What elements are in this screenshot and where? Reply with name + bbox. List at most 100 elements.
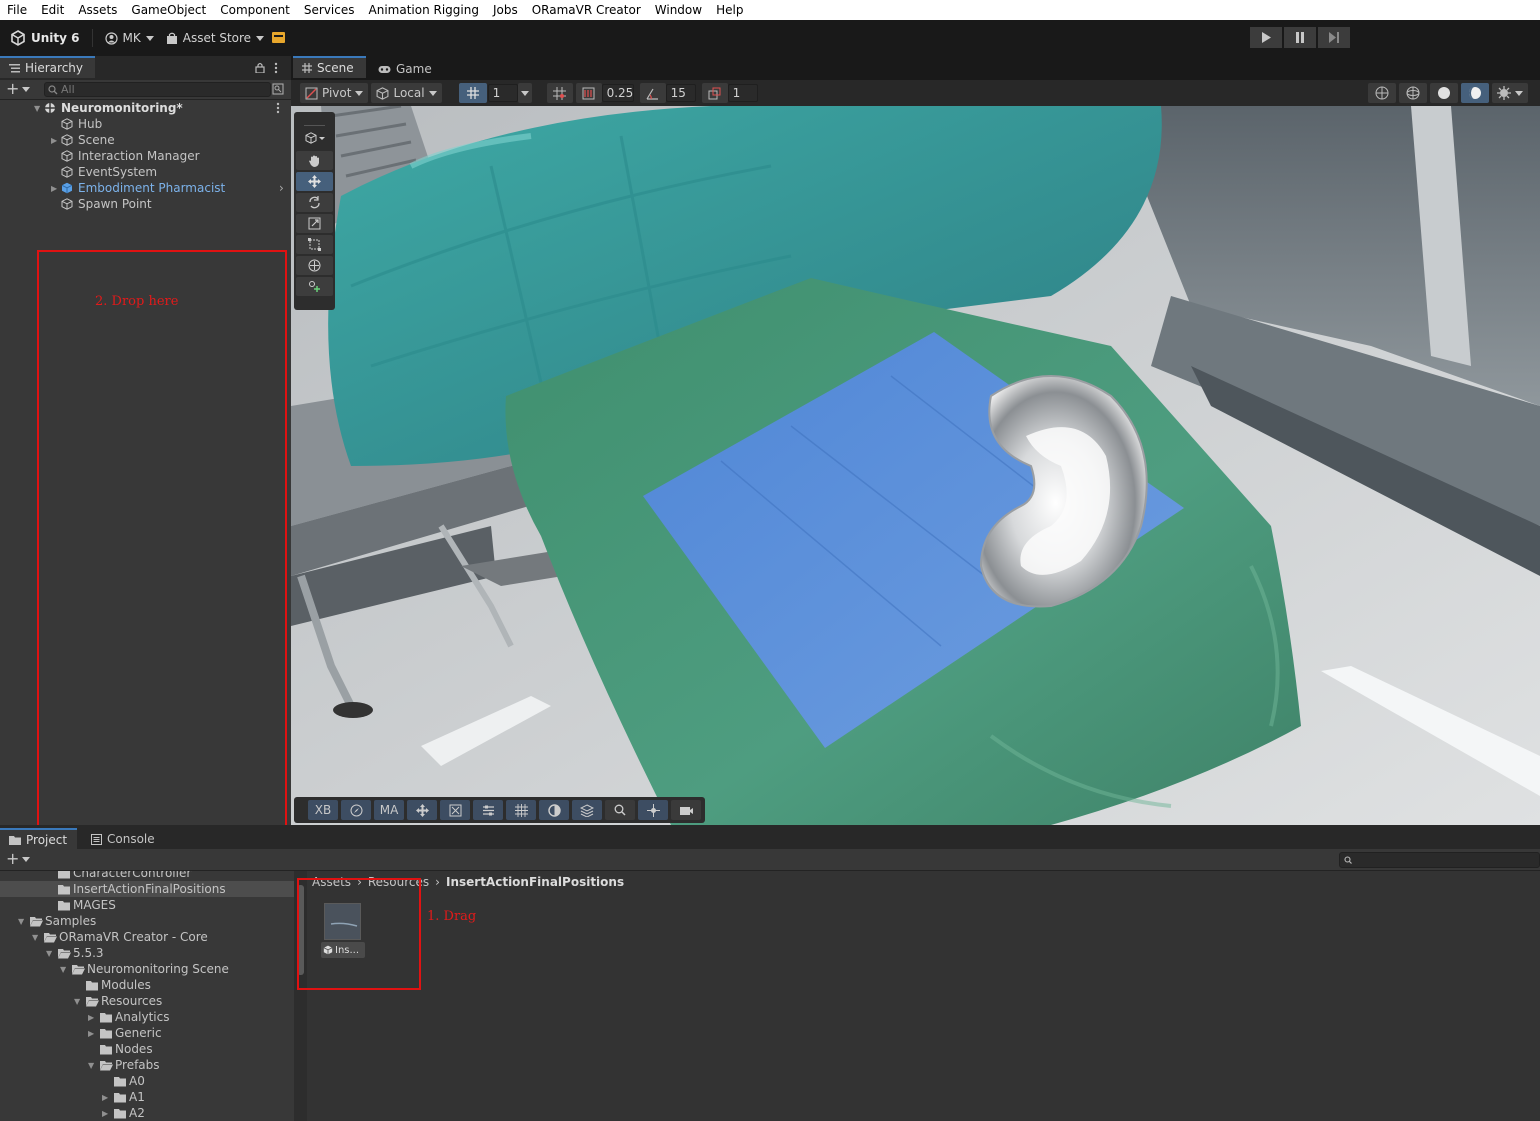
tab-console[interactable]: Console (82, 828, 164, 850)
hierarchy-item-spawn-point[interactable]: Spawn Point (0, 196, 291, 212)
overlay-xb-button[interactable]: XB (308, 800, 338, 820)
search-by-type-icon[interactable] (272, 83, 284, 95)
fold-open-icon[interactable]: ▼ (74, 997, 82, 1006)
overlay-grid-snap-button[interactable] (506, 800, 536, 820)
project-tree-item[interactable]: Nodes (0, 1041, 294, 1057)
asset-store-dropdown[interactable]: Asset Store (160, 27, 270, 49)
menu-services[interactable]: Services (297, 3, 362, 17)
scale-snap-button[interactable] (701, 83, 728, 103)
project-search-input[interactable] (1339, 852, 1540, 868)
fold-open-icon[interactable]: ▼ (60, 965, 68, 974)
orientation-toggle-button[interactable] (1368, 83, 1396, 103)
menu-animation-rigging[interactable]: Animation Rigging (362, 3, 486, 17)
menu-component[interactable]: Component (213, 3, 297, 17)
project-tree-item[interactable]: InsertActionFinalPositions (0, 881, 294, 897)
fold-open-icon[interactable]: ▼ (32, 933, 40, 942)
tab-scene[interactable]: Scene (293, 56, 366, 78)
fold-open-icon[interactable]: ▼ (88, 1061, 96, 1070)
grid-size-field[interactable]: 1 (487, 84, 518, 102)
project-tree-item[interactable]: Modules (0, 977, 294, 993)
view-options-dropdown[interactable] (296, 128, 333, 147)
scene-viewport[interactable] (291, 106, 1540, 825)
shading-mode-button[interactable] (1399, 83, 1427, 103)
lighting-mode-button[interactable] (1461, 83, 1489, 103)
project-create-dropdown[interactable]: + (6, 851, 31, 867)
custom-tool-button[interactable] (296, 277, 333, 296)
tab-hierarchy[interactable]: Hierarchy (0, 56, 95, 78)
menu-jobs[interactable]: Jobs (486, 3, 525, 17)
shaded-mode-button[interactable] (1430, 83, 1458, 103)
rotation-snap-field[interactable]: 15 (665, 84, 696, 102)
transform-tool-button[interactable] (296, 256, 333, 275)
project-tree-item[interactable]: MAGES (0, 897, 294, 913)
rotate-tool-button[interactable] (296, 193, 333, 212)
grid-toggle-button[interactable] (458, 83, 487, 103)
move-tool-button[interactable] (296, 172, 333, 191)
lock-icon[interactable] (255, 62, 265, 73)
project-tree-item[interactable]: ▼ Samples (0, 913, 294, 929)
gizmos-dropdown[interactable] (1492, 83, 1528, 103)
fold-open-icon[interactable]: ▼ (46, 949, 54, 958)
chevron-right-icon[interactable]: › (279, 181, 284, 195)
hierarchy-scene-row[interactable]: ▼ Neuromonitoring* (0, 100, 291, 116)
fold-closed-icon[interactable]: ▶ (102, 1093, 110, 1102)
overlay-ma-button[interactable]: MA (374, 800, 404, 820)
project-tree-item[interactable]: ▶ A1 (0, 1089, 294, 1105)
project-tree-item[interactable]: ▶ A2 (0, 1105, 294, 1121)
drop-target-annotation[interactable]: 2. Drop here (37, 250, 287, 832)
hierarchy-item-hub[interactable]: Hub (0, 116, 291, 132)
play-button[interactable] (1250, 27, 1282, 48)
version-control-icon[interactable] (272, 32, 285, 43)
pause-button[interactable] (1284, 27, 1316, 48)
scale-snap-field[interactable]: 1 (727, 84, 758, 102)
hand-tool-button[interactable] (296, 151, 333, 170)
menu-assets[interactable]: Assets (71, 3, 124, 17)
menu-gameobject[interactable]: GameObject (124, 3, 213, 17)
menu-oramavr-creator[interactable]: ORamaVR Creator (525, 3, 648, 17)
overlay-pan-button[interactable] (638, 800, 668, 820)
overlay-search-button[interactable] (605, 800, 635, 820)
overlay-resize-button[interactable] (440, 800, 470, 820)
scene-menu-icon[interactable] (276, 102, 280, 114)
space-dropdown[interactable]: Local (371, 83, 442, 103)
project-tree-item[interactable]: ▶ Generic (0, 1025, 294, 1041)
increment-snap-button[interactable] (575, 83, 602, 103)
more-options-icon[interactable] (274, 62, 278, 74)
fold-closed-icon[interactable]: ▶ (88, 1013, 96, 1022)
account-dropdown[interactable]: MK (99, 27, 160, 49)
pivot-dropdown[interactable]: Pivot (300, 83, 369, 103)
fold-closed-icon[interactable]: ▶ (51, 184, 59, 193)
menu-edit[interactable]: Edit (34, 3, 71, 17)
project-tree-item[interactable]: CharacterController (0, 871, 294, 881)
hierarchy-item-eventsystem[interactable]: EventSystem (0, 164, 291, 180)
hierarchy-item-embodiment-pharmacist[interactable]: ▶ Embodiment Pharmacist › (0, 180, 291, 196)
fold-closed-icon[interactable]: ▶ (102, 1109, 110, 1118)
rotation-snap-button[interactable] (639, 83, 666, 103)
overlay-align-button[interactable] (473, 800, 503, 820)
step-button[interactable] (1318, 27, 1350, 48)
overlay-move-button[interactable] (407, 800, 437, 820)
project-tree-item[interactable]: ▼ 5.5.3 (0, 945, 294, 961)
create-dropdown[interactable]: + (6, 81, 31, 97)
fold-open-icon[interactable]: ▼ (34, 104, 42, 113)
tab-game[interactable]: Game (369, 58, 441, 80)
hierarchy-search-input[interactable]: All (44, 82, 271, 97)
overlay-compass-button[interactable] (341, 800, 371, 820)
project-tree-item[interactable]: ▼ Prefabs (0, 1057, 294, 1073)
menu-window[interactable]: Window (648, 3, 709, 17)
fold-closed-icon[interactable]: ▶ (51, 136, 59, 145)
project-tree-item[interactable]: ▼ Neuromonitoring Scene (0, 961, 294, 977)
project-tree-item[interactable]: ▼ Resources (0, 993, 294, 1009)
snap-grid-button[interactable] (546, 83, 573, 103)
unity-version-button[interactable]: Unity 6 (4, 27, 86, 49)
hierarchy-item-interaction-manager[interactable]: Interaction Manager (0, 148, 291, 164)
overlay-layers-button[interactable] (572, 800, 602, 820)
snap-increment-field[interactable]: 0.25 (601, 84, 634, 102)
menu-file[interactable]: File (0, 3, 34, 17)
fold-open-icon[interactable]: ▼ (18, 917, 26, 926)
fold-closed-icon[interactable]: ▶ (88, 1029, 96, 1038)
rect-tool-button[interactable] (296, 235, 333, 254)
overlay-camera-button[interactable] (671, 800, 701, 820)
project-tree-item[interactable]: ▶ Analytics (0, 1009, 294, 1025)
palette-grip[interactable] (304, 116, 325, 126)
